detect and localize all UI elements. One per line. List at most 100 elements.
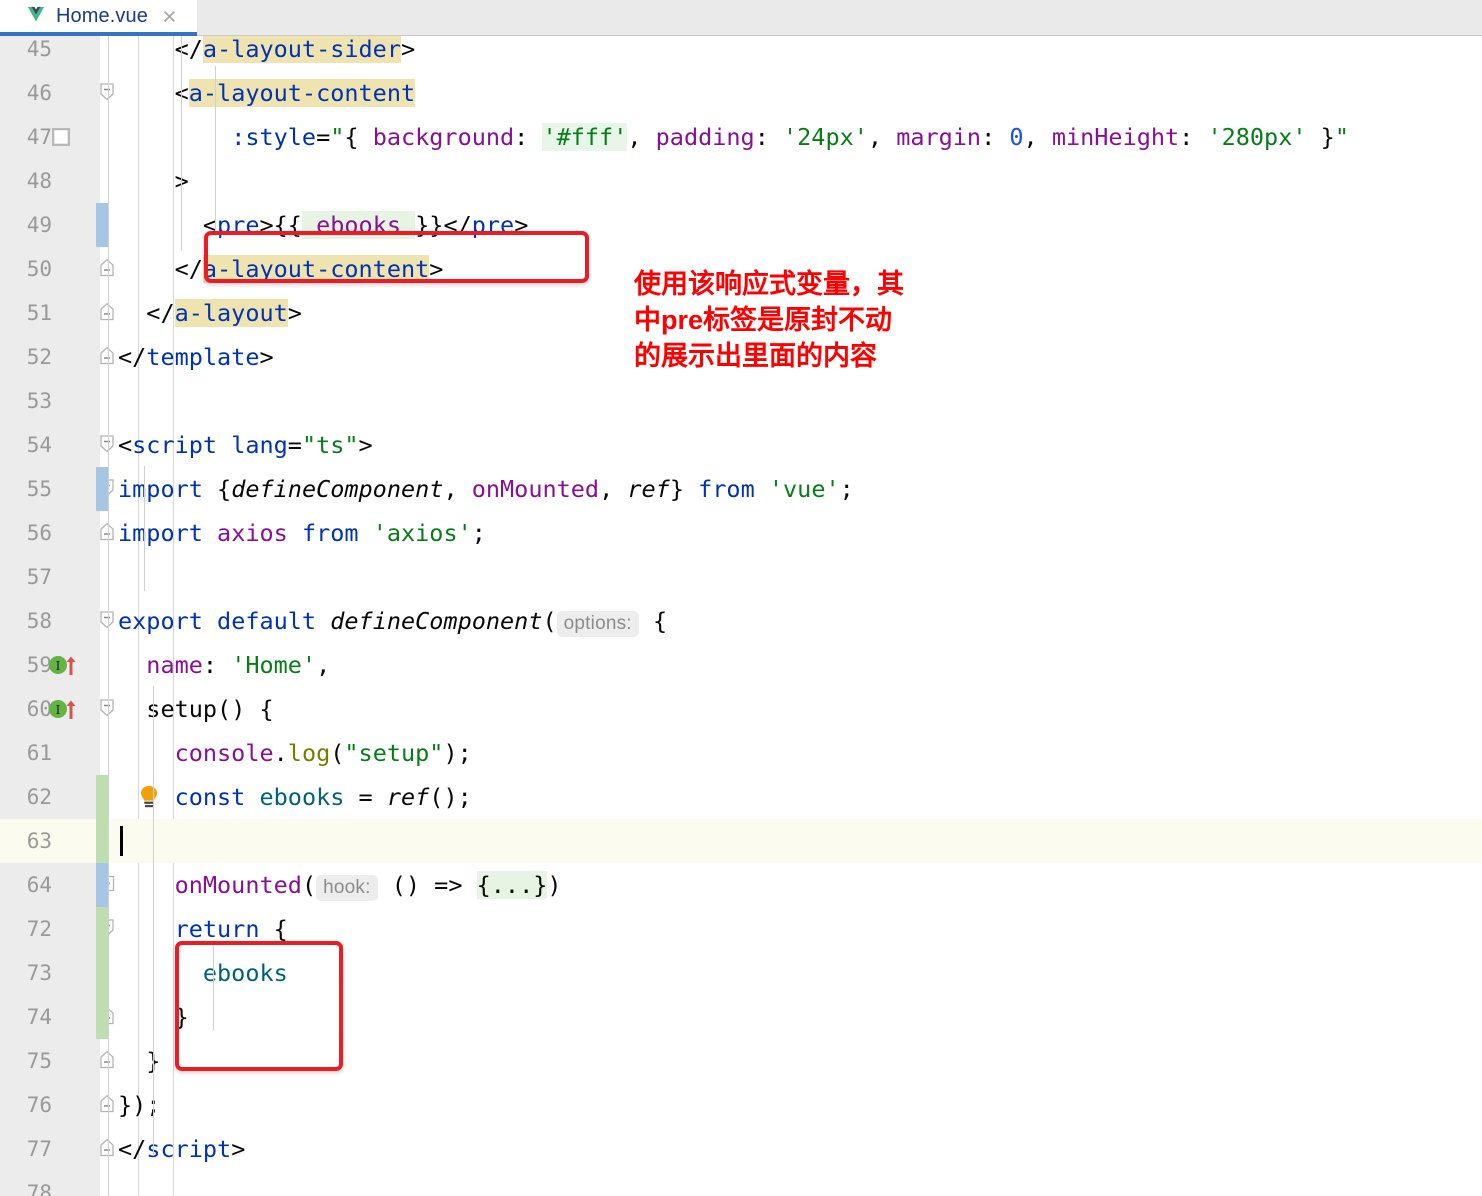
fold-collapse-end-icon[interactable] — [99, 1138, 115, 1157]
color-swatch-icon[interactable] — [51, 127, 71, 150]
code-line-72[interactable]: 72 return { — [0, 907, 1482, 951]
code-text[interactable]: ebooks — [118, 951, 288, 995]
code-token: > — [358, 431, 373, 459]
code-text[interactable]: > — [118, 159, 189, 203]
code-token: 'axios' — [372, 519, 472, 547]
editor-tab-home-vue[interactable]: Home.vue — [0, 0, 197, 36]
fold-collapse-end-icon[interactable] — [99, 1094, 115, 1113]
code-line-61[interactable]: 61 console.log("setup"); — [0, 731, 1482, 775]
code-line-76[interactable]: 76}); — [0, 1083, 1482, 1127]
code-text[interactable]: import {defineComponent, onMounted, ref}… — [118, 467, 854, 511]
code-editor[interactable]: 45 </a-layout-sider>46 <a-layout-content… — [0, 36, 1482, 1196]
code-token: </ — [174, 255, 203, 283]
code-line-57[interactable]: 57 — [0, 555, 1482, 599]
code-text[interactable]: <pre>{{ ebooks }}</pre> — [118, 203, 528, 247]
implemented-member-icon[interactable]: I — [48, 697, 78, 725]
code-text[interactable]: onMounted(hook: () => {...}) — [118, 863, 562, 907]
code-token: } — [1306, 123, 1335, 151]
code-line-47[interactable]: 47 :style="{ background: '#fff', padding… — [0, 115, 1482, 159]
code-line-73[interactable]: 73 ebooks — [0, 951, 1482, 995]
code-token: "ts" — [301, 431, 359, 459]
code-text[interactable]: </script> — [118, 1127, 245, 1171]
fold-collapse-end-icon[interactable] — [99, 346, 115, 365]
fold-marker[interactable] — [99, 611, 119, 633]
close-icon[interactable] — [161, 8, 178, 25]
code-token: const — [174, 783, 246, 811]
code-token: </ — [174, 36, 203, 63]
code-token: from — [301, 519, 359, 547]
vcs-change-marker-modified[interactable] — [96, 203, 108, 247]
fold-marker[interactable] — [99, 1050, 119, 1073]
code-text[interactable]: <script lang="ts"> — [118, 423, 373, 467]
code-line-49[interactable]: 49 <pre>{{ ebooks }}</pre> — [0, 203, 1482, 247]
fold-collapse-end-icon[interactable] — [99, 1050, 115, 1069]
code-line-77[interactable]: 77 </script> — [0, 1127, 1482, 1171]
code-line-46[interactable]: 46 <a-layout-content — [0, 71, 1482, 115]
code-text[interactable]: </a-layout-content> — [118, 247, 443, 291]
code-token: { — [638, 607, 668, 635]
vcs-change-marker-modified[interactable] — [96, 467, 108, 511]
code-line-74[interactable]: 74 } — [0, 995, 1482, 1039]
code-text[interactable]: </a-layout> — [118, 291, 302, 335]
fold-collapse-start-icon[interactable] — [99, 435, 115, 453]
code-text[interactable]: return { — [118, 907, 288, 951]
vcs-change-marker-added[interactable] — [96, 775, 108, 863]
code-line-48[interactable]: 48 > — [0, 159, 1482, 203]
code-text[interactable]: setup() { — [118, 687, 273, 731]
code-line-63[interactable]: 63 — [0, 819, 1482, 863]
code-line-78[interactable]: 78 — [0, 1171, 1482, 1196]
vcs-change-marker-added[interactable] — [96, 907, 108, 1039]
code-line-64[interactable]: 64 onMounted(hook: () => {...}) — [0, 863, 1482, 907]
code-token: }} — [415, 211, 444, 239]
fold-collapse-start-icon[interactable] — [99, 611, 115, 629]
code-text[interactable]: </a-layout-sider> — [118, 36, 415, 71]
code-text[interactable]: :style="{ background: '#fff', padding: '… — [118, 115, 1349, 159]
code-text[interactable]: name: 'Home', — [118, 643, 330, 687]
code-token: : — [1179, 123, 1208, 151]
code-line-59[interactable]: 59 I name: 'Home', — [0, 643, 1482, 687]
code-line-54[interactable]: 54 <script lang="ts"> — [0, 423, 1482, 467]
fold-marker[interactable] — [99, 699, 119, 721]
code-line-56[interactable]: 56 import axios from 'axios'; — [0, 511, 1482, 555]
fold-collapse-start-icon[interactable] — [99, 699, 115, 717]
fold-marker[interactable] — [99, 522, 119, 545]
code-text[interactable]: }); — [118, 1083, 160, 1127]
code-token: > — [259, 343, 274, 371]
fold-marker[interactable] — [99, 258, 119, 281]
code-line-53[interactable]: 53 — [0, 379, 1482, 423]
implemented-member-icon[interactable]: I — [48, 653, 78, 681]
code-text[interactable]: console.log("setup"); — [118, 731, 472, 775]
code-text[interactable]: import axios from 'axios'; — [118, 511, 486, 555]
code-text[interactable]: </template> — [118, 335, 274, 379]
code-token: ref — [627, 475, 670, 503]
vcs-change-marker-modified[interactable] — [96, 863, 108, 907]
code-line-45[interactable]: 45 </a-layout-sider> — [0, 36, 1482, 71]
fold-marker[interactable] — [99, 302, 119, 325]
code-text[interactable]: <a-layout-content — [118, 71, 416, 115]
code-line-55[interactable]: 55 import {defineComponent, onMounted, re… — [0, 467, 1482, 511]
code-token: axios — [217, 519, 288, 547]
fold-collapse-end-icon[interactable] — [99, 522, 115, 541]
fold-collapse-end-icon[interactable] — [99, 258, 115, 277]
editor-tab-bar: Home.vue — [0, 0, 1482, 36]
code-line-60[interactable]: 60 I setup() { — [0, 687, 1482, 731]
code-text[interactable]: const ebooks = ref(); — [118, 775, 472, 819]
fold-marker[interactable] — [99, 1138, 119, 1161]
code-token: }); — [118, 1091, 161, 1119]
code-token: pre — [471, 211, 515, 239]
fold-marker[interactable] — [99, 346, 119, 369]
fold-marker[interactable] — [99, 83, 119, 105]
code-text[interactable]: export default defineComponent(options: … — [118, 599, 667, 643]
code-line-58[interactable]: 58 export default defineComponent(options… — [0, 599, 1482, 643]
fold-marker[interactable] — [99, 435, 119, 457]
code-token: 0 — [1009, 123, 1024, 151]
fold-collapse-start-icon[interactable] — [99, 83, 115, 101]
code-line-62[interactable]: 62 const ebooks = ref(); — [0, 775, 1482, 819]
fold-marker[interactable] — [99, 1094, 119, 1117]
code-line-75[interactable]: 75 } — [0, 1039, 1482, 1083]
fold-collapse-end-icon[interactable] — [99, 302, 115, 321]
code-text[interactable]: } — [118, 1039, 160, 1083]
